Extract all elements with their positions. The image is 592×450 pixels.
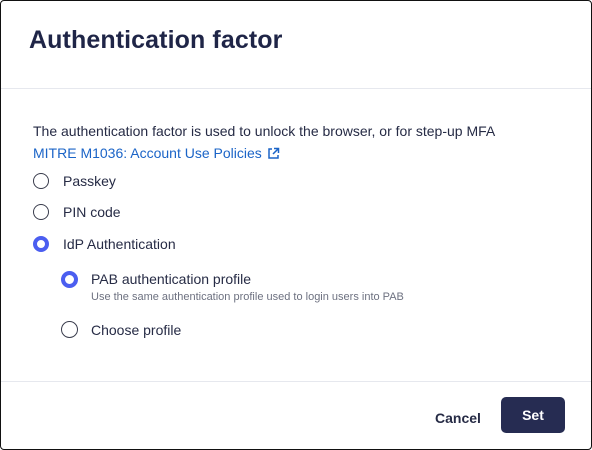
set-button[interactable]: Set [501, 397, 565, 433]
radio-label-pin-code: PIN code [63, 204, 121, 220]
external-link-icon [267, 147, 280, 160]
dialog-title: Authentication factor [29, 26, 283, 54]
pab-option-text: PAB authentication profile Use the same … [91, 271, 404, 303]
dialog-body: The authentication factor is used to unl… [1, 89, 591, 381]
radio-label-passkey: Passkey [63, 173, 116, 189]
policy-link[interactable]: MITRE M1036: Account Use Policies [33, 143, 280, 163]
authentication-factor-dialog: Authentication factor The authentication… [0, 0, 592, 450]
radio-option-passkey[interactable]: Passkey [33, 173, 116, 189]
policy-link-label: MITRE M1036: Account Use Policies [33, 145, 262, 161]
radio-button-pab-authentication-profile[interactable] [61, 271, 78, 288]
cancel-button[interactable]: Cancel [421, 400, 495, 436]
radio-option-pin-code[interactable]: PIN code [33, 204, 121, 220]
radio-option-choose-profile[interactable]: Choose profile [61, 321, 181, 338]
radio-button-pin-code[interactable] [33, 204, 49, 220]
dialog-header: Authentication factor [1, 1, 591, 89]
radio-button-idp-authentication[interactable] [33, 236, 49, 252]
radio-option-idp-authentication[interactable]: IdP Authentication [33, 236, 176, 252]
dialog-footer: Cancel Set [1, 381, 591, 449]
radio-button-passkey[interactable] [33, 173, 49, 189]
radio-label-pab-authentication-profile: PAB authentication profile [91, 271, 252, 287]
radio-option-pab-authentication-profile[interactable]: PAB authentication profile Use the same … [61, 271, 404, 303]
dialog-description: The authentication factor is used to unl… [33, 123, 496, 139]
radio-label-idp-authentication: IdP Authentication [63, 236, 176, 252]
pab-option-hint: Use the same authentication profile used… [91, 291, 404, 303]
radio-label-choose-profile: Choose profile [91, 321, 182, 338]
radio-button-choose-profile[interactable] [61, 321, 78, 338]
